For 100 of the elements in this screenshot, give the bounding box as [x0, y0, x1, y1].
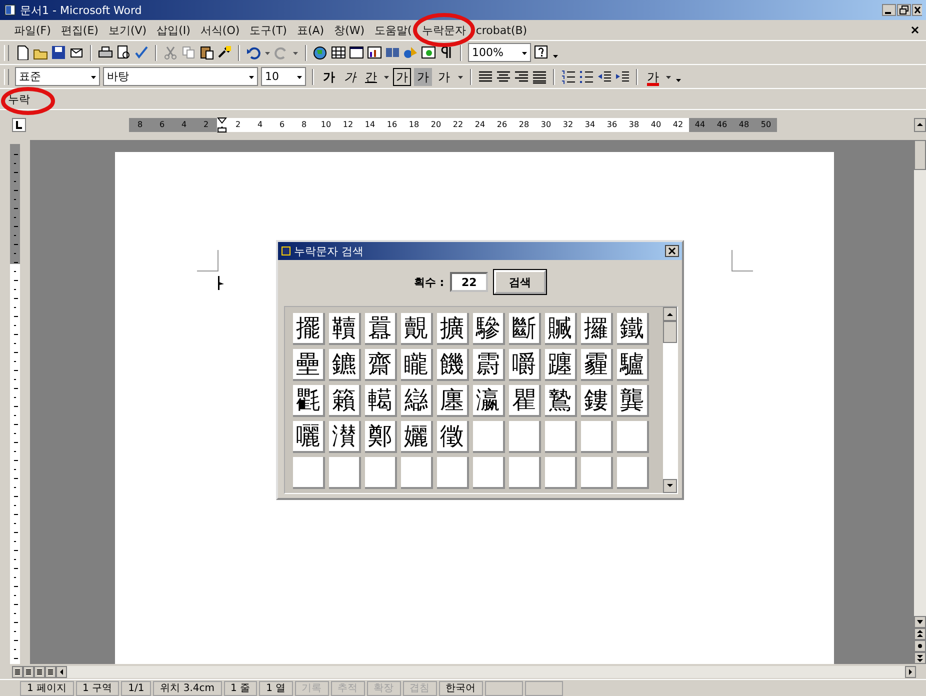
character-cell[interactable]: 氍: [293, 385, 325, 417]
menu-item[interactable]: 창(W): [334, 22, 365, 38]
empty-cell[interactable]: [545, 421, 577, 453]
menu-item[interactable]: 삽입(I): [156, 22, 190, 38]
close-icon[interactable]: [910, 25, 920, 35]
character-cell[interactable]: 饑: [437, 349, 469, 381]
character-cell[interactable]: 贓: [545, 313, 577, 345]
empty-cell[interactable]: [293, 457, 325, 489]
vertical-scrollbar[interactable]: [663, 307, 677, 493]
character-cell[interactable]: 鑣: [329, 349, 361, 381]
numbered-list-icon[interactable]: [561, 69, 576, 84]
empty-cell[interactable]: [617, 421, 649, 453]
empty-cell[interactable]: [509, 421, 541, 453]
columns-icon[interactable]: [385, 45, 400, 60]
chart-icon[interactable]: [367, 45, 382, 60]
empty-cell[interactable]: [581, 421, 613, 453]
paragraph-icon[interactable]: [439, 45, 454, 60]
character-cell[interactable]: 嚼: [509, 349, 541, 381]
brush-icon[interactable]: [217, 45, 232, 60]
preview-icon[interactable]: [116, 45, 131, 60]
font-color-button[interactable]: 가: [644, 68, 662, 86]
table-icon[interactable]: [331, 45, 346, 60]
decrease-indent-icon[interactable]: [597, 69, 612, 84]
character-cell[interactable]: 斷: [509, 313, 541, 345]
character-cell[interactable]: 瀛: [473, 385, 505, 417]
empty-cell[interactable]: [473, 421, 505, 453]
font-size-dropdown[interactable]: 10: [261, 67, 306, 86]
character-cell[interactable]: 壘: [293, 349, 325, 381]
horizontal-scrollbar[interactable]: [67, 666, 905, 678]
character-cell[interactable]: 轕: [365, 385, 397, 417]
character-cell[interactable]: 齋: [365, 349, 397, 381]
align-center-icon[interactable]: [496, 69, 511, 84]
menu-item[interactable]: 도움말(: [374, 22, 412, 38]
character-cell[interactable]: 擴: [437, 313, 469, 345]
align-left-icon[interactable]: [478, 69, 493, 84]
character-cell[interactable]: 濽: [329, 421, 361, 453]
next-page-icon[interactable]: [914, 652, 926, 664]
justify-icon[interactable]: [532, 69, 547, 84]
character-cell[interactable]: 龔: [617, 385, 649, 417]
empty-cell[interactable]: [581, 457, 613, 489]
indent-marker-icon[interactable]: [217, 117, 227, 133]
character-cell[interactable]: 廛: [437, 385, 469, 417]
restore-icon[interactable]: [897, 4, 911, 16]
empty-cell[interactable]: [473, 457, 505, 489]
scroll-left-icon[interactable]: [56, 666, 67, 678]
character-cell[interactable]: 籟: [329, 385, 361, 417]
bullet-list-icon[interactable]: [579, 69, 594, 84]
empty-cell[interactable]: [545, 457, 577, 489]
new-document-icon[interactable]: [15, 45, 30, 60]
zoom-dropdown[interactable]: 100%: [468, 43, 531, 62]
scroll-down-icon[interactable]: [914, 616, 926, 628]
input-field[interactable]: 22: [450, 272, 488, 292]
character-cell[interactable]: 徵: [437, 421, 469, 453]
align-right-icon[interactable]: [514, 69, 529, 84]
character-cell[interactable]: 躔: [545, 349, 577, 381]
spelling-icon[interactable]: [134, 45, 149, 60]
empty-cell[interactable]: [437, 457, 469, 489]
window-icon[interactable]: [349, 45, 364, 60]
font-dropdown[interactable]: 바탕: [103, 67, 258, 86]
character-cell[interactable]: 擺: [293, 313, 325, 345]
scroll-up-icon[interactable]: [914, 118, 926, 132]
close-icon[interactable]: [665, 245, 679, 257]
character-cell[interactable]: 攞: [581, 313, 613, 345]
format-button[interactable]: 가: [414, 68, 432, 86]
empty-cell[interactable]: [401, 457, 433, 489]
increase-indent-icon[interactable]: [615, 69, 630, 84]
horizontal-ruler[interactable]: 8 6 4 2 2 4 6 8 10 12 14 16 18 20 22 24 26 28 30 32 34 36 38 40 42 44 46 48 50: [129, 118, 777, 132]
tab-stop-icon[interactable]: [12, 118, 26, 132]
character-cell[interactable]: 霨: [473, 349, 505, 381]
character-cell[interactable]: 韇: [329, 313, 361, 345]
style-dropdown[interactable]: 표준: [15, 67, 100, 86]
minimize-icon[interactable]: [882, 4, 896, 16]
menu-item[interactable]: 편집(E): [60, 22, 98, 38]
menu-item[interactable]: 도구(T): [250, 22, 287, 38]
character-cell[interactable]: 䜌: [401, 385, 433, 417]
globe-icon[interactable]: [313, 45, 328, 60]
menu-item[interactable]: 파일(F): [14, 22, 51, 38]
format-button[interactable]: 가: [341, 68, 359, 86]
character-cell[interactable]: 孋: [401, 421, 433, 453]
scroll-right-icon[interactable]: [905, 666, 916, 678]
search-button[interactable]: 검색: [494, 270, 546, 294]
character-cell[interactable]: 瞿: [509, 385, 541, 417]
browse-object-icon[interactable]: [914, 640, 926, 652]
empty-cell[interactable]: [329, 457, 361, 489]
character-cell[interactable]: 囂: [365, 313, 397, 345]
empty-cell[interactable]: [509, 457, 541, 489]
character-cell[interactable]: 驂: [473, 313, 505, 345]
scroll-down-icon[interactable]: [663, 479, 677, 493]
undo-icon[interactable]: [246, 45, 261, 60]
character-cell[interactable]: 鷙: [545, 385, 577, 417]
character-cell[interactable]: 覿: [401, 313, 433, 345]
close-icon[interactable]: [912, 4, 922, 16]
printer-icon[interactable]: [98, 45, 113, 60]
menu-item[interactable]: 서식(O): [200, 22, 240, 38]
character-cell[interactable]: 鐵: [617, 313, 649, 345]
format-button[interactable]: 가: [435, 68, 454, 86]
character-cell[interactable]: 鄭: [365, 421, 397, 453]
character-cell[interactable]: 鏤: [581, 385, 613, 417]
character-cell[interactable]: 驢: [617, 349, 649, 381]
clipboard-icon[interactable]: [199, 45, 214, 60]
